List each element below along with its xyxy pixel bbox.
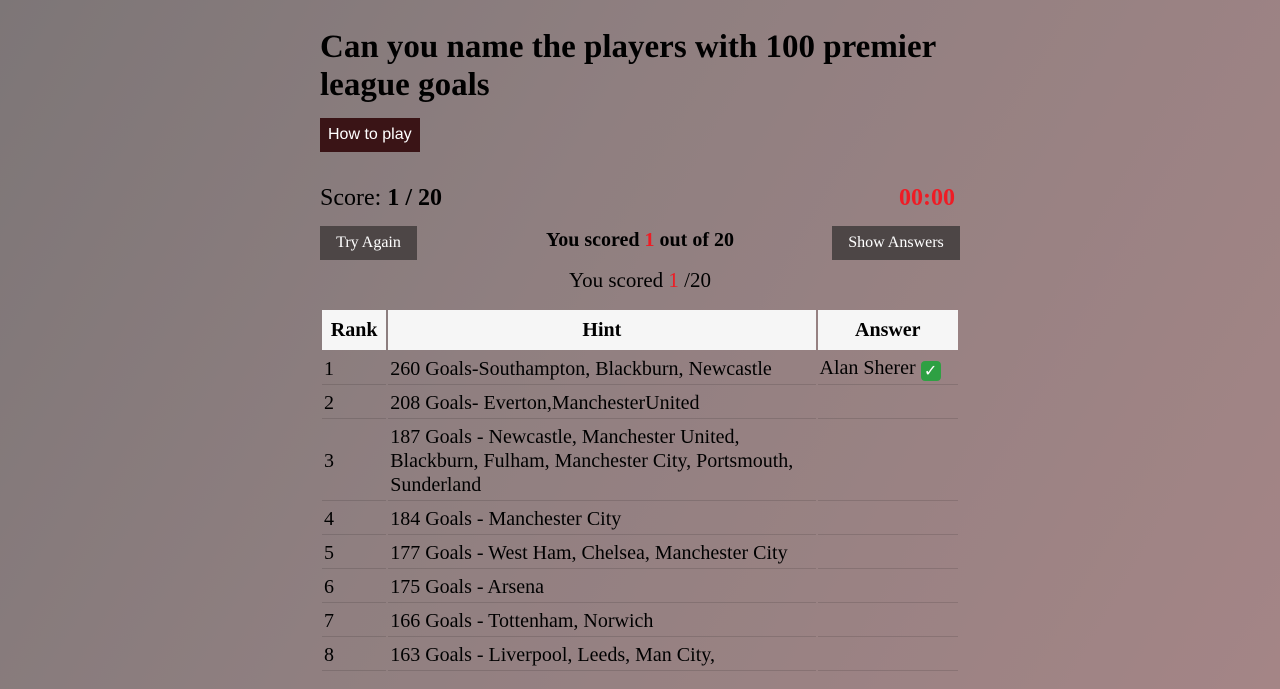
score-display: Score: 1 / 20: [320, 183, 442, 213]
result-detail-prefix: You scored: [569, 268, 664, 292]
result-summary-prefix: You scored: [546, 229, 640, 251]
result-detail-suffix: /20: [684, 268, 711, 292]
result-summary-suffix: out of 20: [659, 229, 734, 251]
result-detail-score: 1: [668, 268, 679, 292]
column-header-rank: Rank: [322, 310, 387, 350]
page-title: Can you name the players with 100 premie…: [320, 29, 936, 103]
row-rank: 7: [322, 605, 387, 637]
table-row: 3 187 Goals - Newcastle, Manchester Unit…: [322, 421, 958, 501]
row-hint: 166 Goals - Tottenham, Norwich: [388, 605, 816, 637]
row-hint: 260 Goals-Southampton, Blackburn, Newcas…: [388, 352, 816, 385]
row-answer: Alan Sherer ✓: [817, 352, 958, 385]
row-rank: 5: [322, 537, 387, 569]
column-header-hint: Hint: [388, 310, 816, 350]
table-row: 1 260 Goals-Southampton, Blackburn, Newc…: [322, 352, 958, 385]
row-hint: 175 Goals - Arsena: [388, 571, 816, 603]
score-label: Score:: [320, 185, 382, 211]
row-answer: [817, 639, 958, 671]
check-mark-icon: ✓: [920, 361, 941, 381]
show-answers-button[interactable]: Show Answers: [832, 226, 960, 260]
row-rank: 4: [322, 503, 387, 535]
table-row: 4 184 Goals - Manchester City: [322, 503, 958, 535]
table-row: 7 166 Goals - Tottenham, Norwich: [322, 605, 958, 637]
row-answer: [817, 503, 958, 535]
row-answer: [817, 605, 958, 637]
row-answer: [817, 537, 958, 569]
row-hint: 184 Goals - Manchester City: [388, 503, 816, 535]
row-rank: 3: [322, 421, 387, 501]
score-value: 1 / 20: [387, 185, 442, 211]
timer: 00:00: [899, 185, 955, 211]
table-row: 5 177 Goals - West Ham, Chelsea, Manches…: [322, 537, 958, 569]
row-answer: [817, 571, 958, 603]
row-rank: 1: [322, 352, 387, 385]
row-hint: 187 Goals - Newcastle, Manchester United…: [388, 421, 816, 501]
row-hint: 208 Goals- Everton,ManchesterUnited: [388, 387, 816, 419]
answers-table: Rank Hint Answer 1 260 Goals-Southampton…: [320, 308, 960, 673]
row-answer-text: Alan Sherer: [819, 357, 916, 379]
row-rank: 6: [322, 571, 387, 603]
table-header-row: Rank Hint Answer: [322, 310, 958, 350]
column-header-answer: Answer: [817, 310, 958, 350]
how-to-play-button[interactable]: How to play: [320, 118, 420, 152]
try-again-button[interactable]: Try Again: [320, 226, 417, 260]
row-answer: [817, 387, 958, 419]
row-hint: 177 Goals - West Ham, Chelsea, Mancheste…: [388, 537, 816, 569]
table-row: 2 208 Goals- Everton,ManchesterUnited: [322, 387, 958, 419]
row-rank: 2: [322, 387, 387, 419]
table-row: 8 163 Goals - Liverpool, Leeds, Man City…: [322, 639, 958, 671]
row-rank: 8: [322, 639, 387, 671]
result-summary-score: 1: [644, 229, 655, 251]
row-answer: [817, 421, 958, 501]
result-detail: You scored 1 /20: [320, 267, 960, 293]
row-hint: 163 Goals - Liverpool, Leeds, Man City,: [388, 639, 816, 671]
table-row: 6 175 Goals - Arsena: [322, 571, 958, 603]
